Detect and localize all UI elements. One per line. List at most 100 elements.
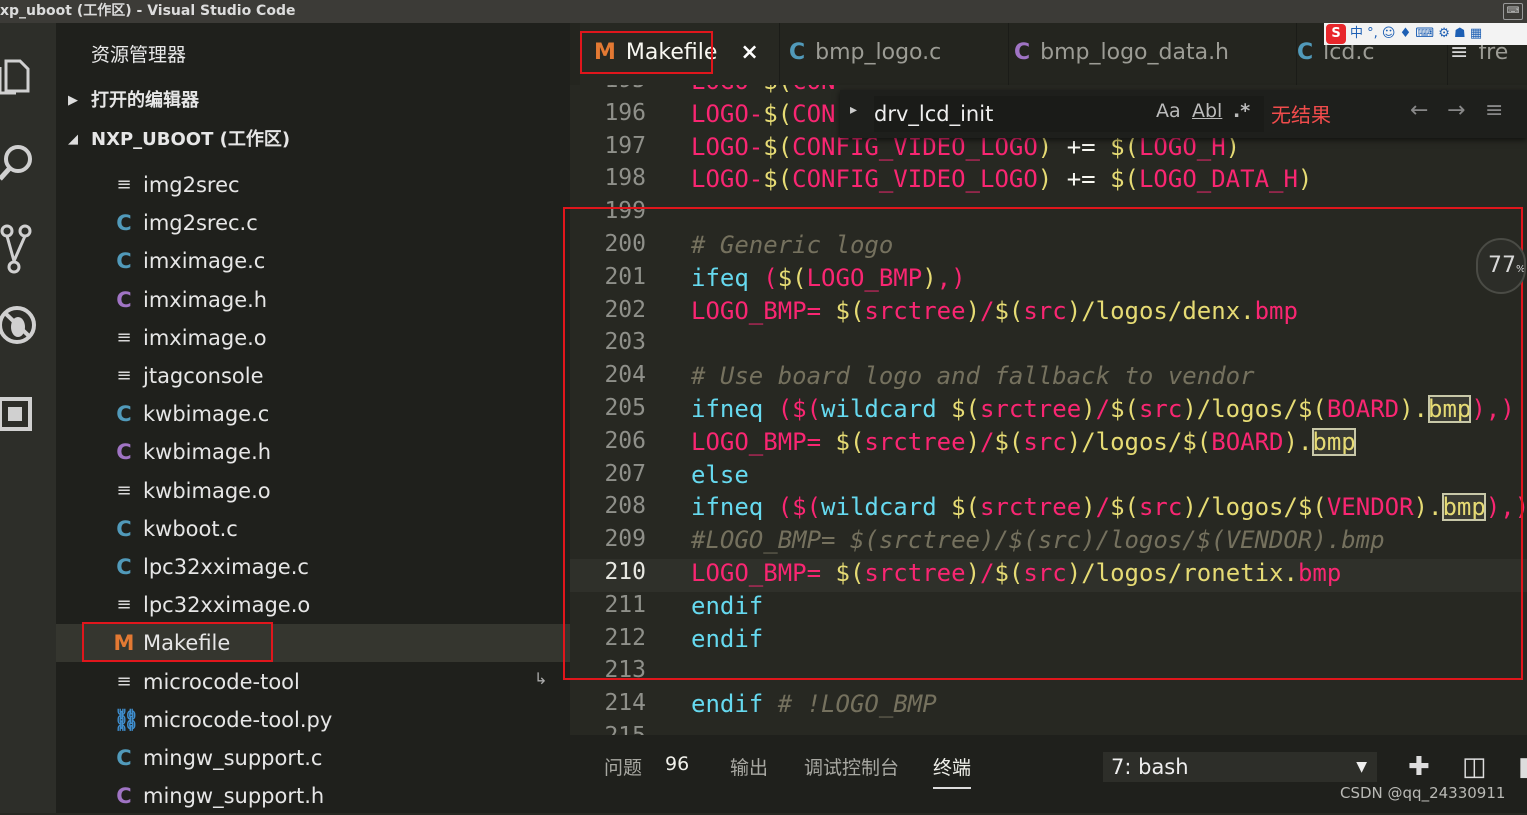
trash-icon[interactable]: ▮ xyxy=(1518,752,1527,782)
split-terminal-icon[interactable]: ◫ xyxy=(1462,752,1487,782)
scroll-percent-badge: 77% xyxy=(1476,238,1526,294)
line-number: 198 xyxy=(604,165,646,192)
workspace-label: NXP_UBOOT (工作区) xyxy=(91,129,291,150)
extensions-icon[interactable] xyxy=(0,383,48,443)
file-icon: ≡ xyxy=(116,365,132,386)
c-file-icon: C xyxy=(789,40,806,65)
file-item[interactable]: ⛓ microcode-tool.py xyxy=(56,701,570,739)
debug-icon[interactable] xyxy=(0,293,48,353)
h-file-icon: C xyxy=(116,440,132,465)
terminal-select[interactable]: 7: bash ▼ xyxy=(1103,752,1377,782)
file-item[interactable]: Clpc32xximage.c xyxy=(56,548,570,586)
line-number: 195 xyxy=(570,85,646,93)
file-name: lpc32xximage.o xyxy=(143,593,311,618)
search-icon[interactable] xyxy=(0,133,48,193)
regex-button[interactable]: .* xyxy=(1233,100,1250,122)
makefile-tab-highlight-box xyxy=(580,31,713,74)
code-line[interactable]: LOGO-$(CONFIG_VIDEO_LOGO) += $(LOGO_DATA… xyxy=(691,165,1312,193)
file-name: kwbimage.o xyxy=(143,478,271,503)
file-name: mingw_support.h xyxy=(143,784,325,809)
tab-debug-console[interactable]: 调试控制台 xyxy=(804,753,899,780)
close-icon[interactable]: × xyxy=(740,40,758,65)
problems-count: 96 xyxy=(665,753,690,775)
file-name: lpc32xximage.c xyxy=(143,555,309,579)
file-name: imximage.c xyxy=(143,249,266,274)
previous-match-icon[interactable]: ← xyxy=(1410,98,1428,123)
file-item[interactable]: Cmingw_support.c xyxy=(56,739,570,777)
file-item[interactable]: Cimximage.c xyxy=(56,242,570,280)
c-file-icon: C xyxy=(116,211,132,236)
terminal-select-value: 7: bash xyxy=(1111,755,1189,779)
c-file-icon: C xyxy=(116,516,132,541)
file-item[interactable]: ≡ lpc32xximage.o xyxy=(56,586,570,624)
file-item[interactable]: Cmingw_support.h xyxy=(56,777,570,815)
open-editors-section[interactable]: ▶ 打开的编辑器 xyxy=(56,82,570,120)
scroll-percent: 77 xyxy=(1488,253,1516,278)
file-item[interactable]: Ckwbimage.c xyxy=(56,395,570,433)
makefile-highlight-box xyxy=(82,622,273,662)
file-item[interactable]: Cimximage.h xyxy=(56,281,570,319)
file-name: microcode-tool.py xyxy=(143,707,333,732)
find-menu-icon[interactable]: ≡ xyxy=(1485,98,1503,123)
file-icon: ≡ xyxy=(116,594,132,616)
file-item[interactable]: ≡ img2srec xyxy=(56,166,570,204)
code-line[interactable]: LOGO-$(CON xyxy=(691,85,836,95)
h-file-icon: C xyxy=(1014,40,1031,65)
ime-toolbar[interactable]: S 中 °, ☺ ♦ ⌨ ⚙ ☗ ▦ xyxy=(1324,23,1527,45)
file-name: img2srec.c xyxy=(143,211,258,236)
dropdown-arrow-icon: ▼ xyxy=(1356,759,1367,775)
file-name: mingw_support.c xyxy=(143,746,323,770)
title-bar: xp_uboot (工作区) - Visual Studio Code ⌨ xyxy=(0,0,1527,23)
open-editors-label: 打开的编辑器 xyxy=(91,90,199,111)
tab-output[interactable]: 输出 xyxy=(730,753,768,780)
tab-problems[interactable]: 问题 xyxy=(604,753,642,780)
python-icon: ⛓ xyxy=(113,707,140,732)
find-result: 无结果 xyxy=(1271,103,1331,127)
file-item[interactable]: Ckwboot.c xyxy=(56,510,570,548)
match-case-button[interactable]: Aa xyxy=(1156,100,1181,122)
keyboard-icon[interactable]: ⌨ xyxy=(1503,3,1523,20)
file-name: kwbimage.c xyxy=(143,402,270,427)
source-control-icon[interactable] xyxy=(0,213,48,274)
tab-bmp-logo-data-h[interactable]: Cbmp_logo_data.h xyxy=(986,23,1297,85)
file-item[interactable]: ≡ jtagconsole xyxy=(56,357,570,395)
files-icon[interactable] xyxy=(0,43,48,103)
tab-label: bmp_logo_data.h xyxy=(1040,40,1230,65)
tab-terminal[interactable]: 终端 xyxy=(933,753,971,780)
toggle-replace-icon[interactable]: ▸ xyxy=(850,102,857,118)
workspace-section[interactable]: ◢ NXP_UBOOT (工作区) xyxy=(56,121,570,159)
explorer-sidebar: 资源管理器 ▶ 打开的编辑器 ◢ NXP_UBOOT (工作区) ≡ img2sr… xyxy=(56,23,570,813)
h-file-icon: C xyxy=(116,287,132,312)
file-item[interactable]: ≡ imximage.o xyxy=(56,319,570,357)
file-item[interactable]: Ckwbimage.h xyxy=(56,433,570,471)
expand-arrow-icon: ◢ xyxy=(68,132,78,147)
file-name: imximage.o xyxy=(143,325,267,350)
code-line[interactable]: LOGO-$(CON xyxy=(691,100,836,128)
file-item[interactable]: ≡ kwbimage.o xyxy=(56,472,570,510)
file-name: kwbimage.h xyxy=(143,440,272,465)
file-name: jtagconsole xyxy=(143,364,264,388)
file-item[interactable]: Cimg2srec.c xyxy=(56,204,570,242)
file-icon: ≡ xyxy=(116,479,132,501)
file-icon: ≡ xyxy=(116,670,132,692)
add-terminal-icon[interactable]: ✚ xyxy=(1408,752,1430,782)
file-icon: ≡ xyxy=(116,326,132,348)
line-number: 215 xyxy=(570,723,646,735)
next-match-icon[interactable]: → xyxy=(1447,98,1465,123)
collapse-arrow-icon: ▶ xyxy=(68,93,78,108)
line-number: 196 xyxy=(604,99,646,126)
tab-label: bmp_logo.c xyxy=(815,40,942,65)
line-number: 214 xyxy=(604,690,646,717)
active-tab-underline xyxy=(933,787,971,789)
whole-word-button[interactable]: Abl xyxy=(1192,100,1222,122)
file-name: microcode-tool xyxy=(143,669,300,694)
file-name: kwboot.c xyxy=(143,516,238,541)
file-name: img2srec xyxy=(143,173,240,197)
find-widget: ▸ drv_lcd_init Aa Abl .* 无结果 ← → ≡ xyxy=(840,90,1527,138)
tab-bmp-logo-c[interactable]: Cbmp_logo.c xyxy=(766,23,1009,85)
line-number: 197 xyxy=(604,132,646,159)
sogou-logo-icon: S xyxy=(1326,24,1346,44)
c-file-icon: C xyxy=(1297,40,1314,65)
file-item[interactable]: ≡ microcode-tool xyxy=(56,663,570,701)
code-line[interactable]: endif # !LOGO_BMP xyxy=(691,690,937,718)
